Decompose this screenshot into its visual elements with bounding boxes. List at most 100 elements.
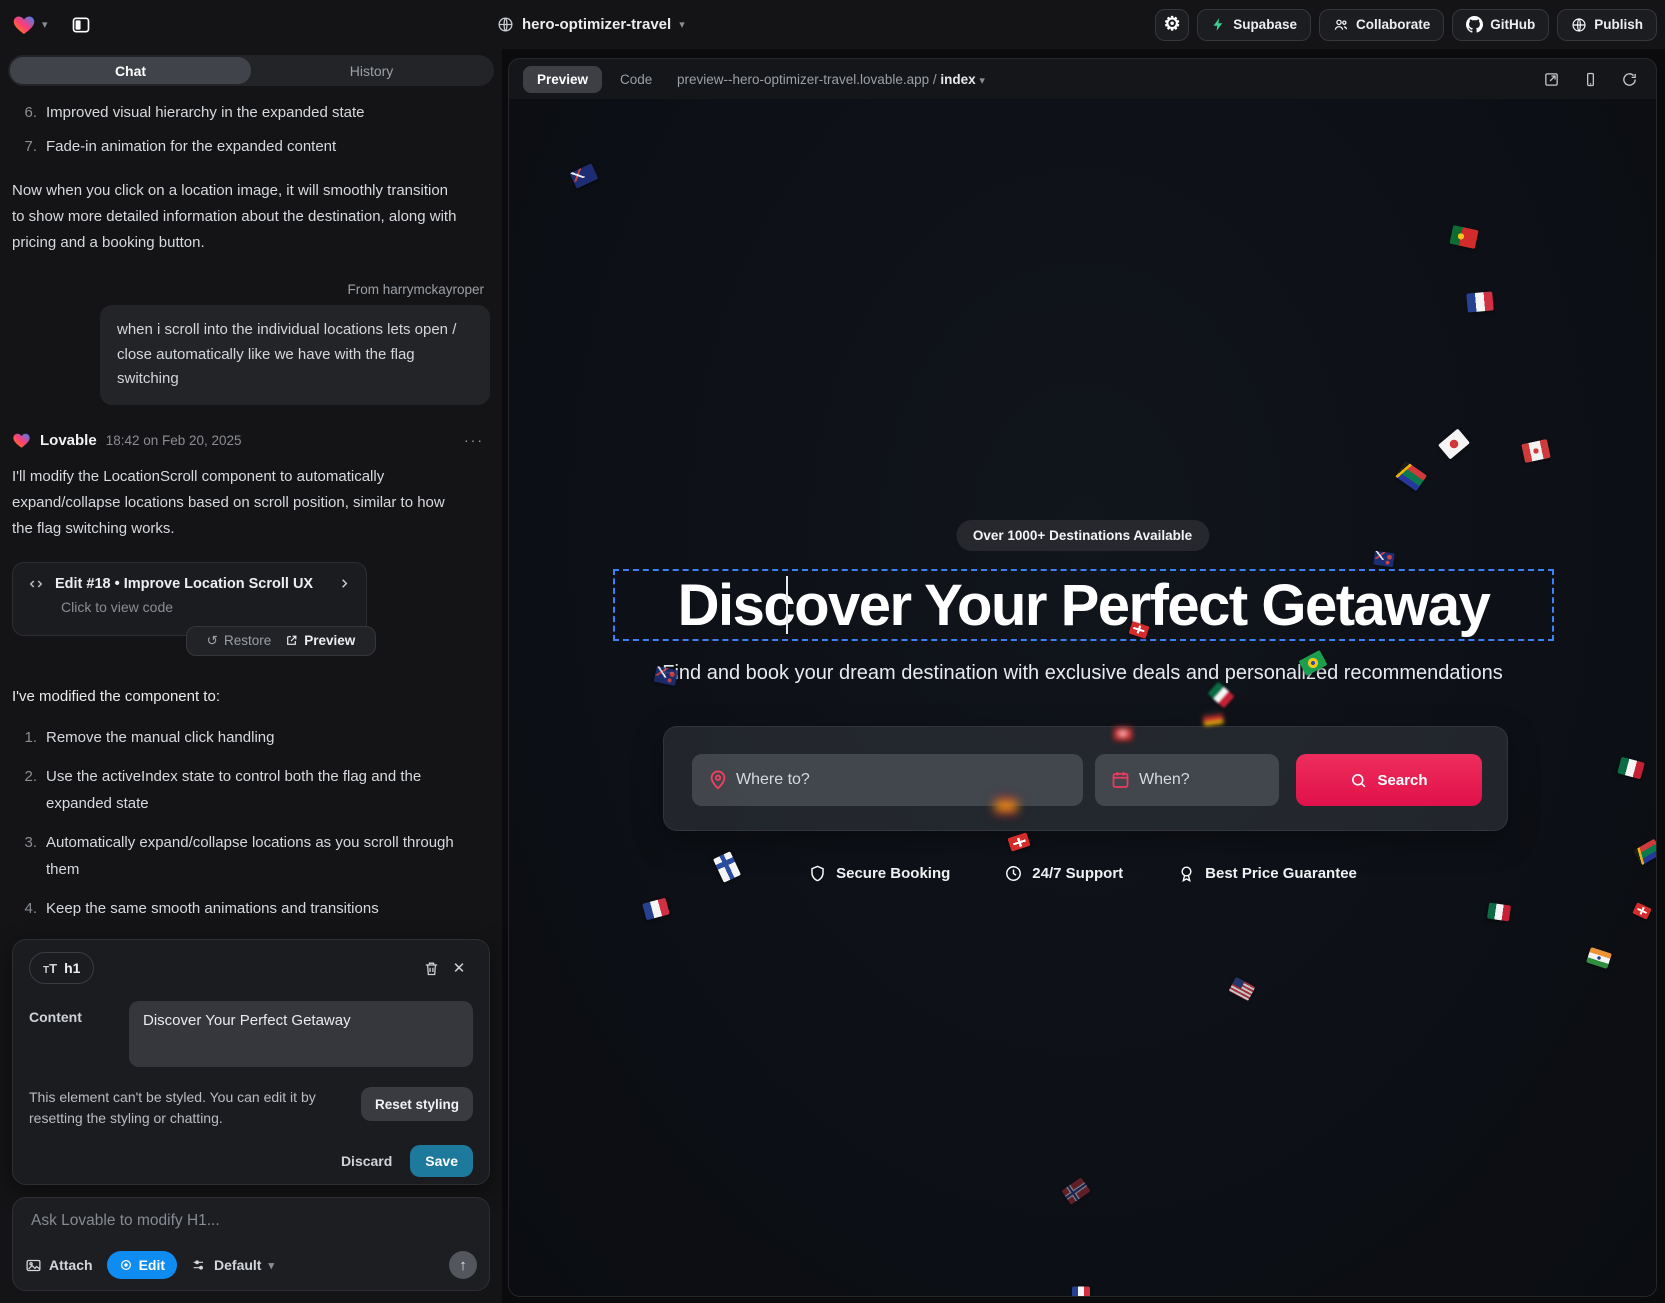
list-item-text: Keep the same smooth animations and tran… (46, 895, 454, 922)
attach-label: Attach (49, 1257, 93, 1273)
settings-button[interactable]: ⚙ (1155, 9, 1189, 41)
feature-label: Best Price Guarantee (1205, 865, 1357, 882)
flag-au-icon (570, 163, 599, 189)
message-menu-button[interactable]: ··· (464, 432, 490, 448)
project-switcher[interactable]: hero-optimizer-travel ▾ (497, 0, 685, 49)
tab-preview[interactable]: Preview (523, 66, 602, 93)
chat-input-field[interactable] (31, 1212, 451, 1230)
sidebar-toggle-button[interactable] (66, 10, 96, 40)
attach-button[interactable]: Attach (25, 1257, 93, 1274)
chat-scroll-area[interactable]: 6.Improved visual hierarchy in the expan… (0, 86, 502, 939)
list-item: 3.Automatically expand/collapse location… (12, 829, 490, 883)
list-item-number: 4. (12, 895, 46, 922)
edit-version-card[interactable]: Edit #18 • Improve Location Scroll UX Cl… (12, 562, 367, 636)
flag-us-icon (1229, 977, 1256, 1001)
flag-de-icon (1202, 710, 1224, 727)
content-textarea[interactable]: Discover Your Perfect Getaway (129, 1001, 473, 1067)
publish-button[interactable]: Publish (1557, 9, 1657, 41)
flag-fr-icon (1072, 1287, 1090, 1298)
hero-subtitle: Find and book your dream destination wit… (509, 662, 1656, 685)
assistant-message: I've modified the component to: (12, 684, 464, 710)
collaborate-label: Collaborate (1356, 17, 1430, 32)
url-text: preview--hero-optimizer-travel.lovable.a… (677, 72, 929, 87)
supabase-button[interactable]: Supabase (1197, 9, 1311, 41)
restore-button[interactable]: ↺ Restore (207, 633, 272, 649)
trash-icon (423, 960, 440, 977)
publish-label: Publish (1594, 17, 1643, 32)
supabase-bolt-icon (1211, 17, 1226, 32)
refresh-icon (1621, 71, 1638, 88)
url-path: index (940, 72, 975, 87)
text-size-icon: TT (43, 961, 57, 976)
flag-za-icon (1395, 461, 1427, 491)
element-editor-panel: TT h1 ✕ Content Discover Your Perfect Ge… (12, 939, 490, 1185)
flag-ca-icon (1521, 439, 1550, 463)
globe-icon (497, 16, 514, 33)
model-default-button[interactable]: Default ▾ (191, 1257, 274, 1273)
assistant-message: Now when you click on a location image, … (12, 178, 464, 256)
send-button[interactable]: ↑ (449, 1251, 477, 1279)
h1-selection-outline[interactable]: Discover Your Perfect Getaway (613, 569, 1554, 641)
default-chevron-down-icon: ▾ (268, 1259, 274, 1272)
tab-history[interactable]: History (251, 57, 492, 84)
list-item-number: 2. (12, 763, 46, 817)
flag-ch-icon (1632, 902, 1652, 920)
save-button[interactable]: Save (410, 1145, 473, 1177)
modifications-list: 1.Remove the manual click handling2.Use … (12, 724, 490, 940)
text-caret (786, 576, 788, 634)
preview-pane: Preview Code preview--hero-optimizer-tra… (508, 58, 1657, 1297)
collaborate-button[interactable]: Collaborate (1319, 9, 1444, 41)
assistant-name: Lovable (40, 432, 97, 449)
feature-item: 24/7 Support (1004, 864, 1123, 883)
lovable-heart-icon (12, 431, 31, 450)
github-label: GitHub (1490, 17, 1535, 32)
edit-label: Edit (139, 1257, 165, 1273)
flag-no-icon (1061, 1177, 1090, 1205)
github-button[interactable]: GitHub (1452, 9, 1549, 41)
lovable-logo-icon[interactable] (12, 13, 36, 37)
list-item: 4.Keep the same smooth animations and tr… (12, 895, 490, 922)
publish-globe-icon (1571, 17, 1587, 33)
supabase-label: Supabase (1233, 17, 1297, 32)
default-label: Default (214, 1257, 261, 1273)
discard-button[interactable]: Discard (341, 1153, 392, 1169)
preview-toolbar: Preview Code preview--hero-optimizer-tra… (509, 59, 1656, 99)
element-tag-pill[interactable]: TT h1 (29, 952, 94, 984)
list-item-text: Remove the manual click handling (46, 724, 454, 751)
flag-ch-icon (1007, 832, 1030, 851)
preview-button[interactable]: Preview (285, 633, 355, 648)
mobile-view-button[interactable] (1582, 71, 1599, 88)
tab-code[interactable]: Code (620, 72, 652, 87)
restore-preview-bar: ↺ Restore Preview (186, 626, 376, 656)
where-input[interactable] (692, 754, 1083, 806)
feature-list: Secure Booking 24/7 Support Best Price Gua… (509, 864, 1656, 883)
flag-mx-icon (1487, 903, 1511, 922)
hero-title[interactable]: Discover Your Perfect Getaway (678, 572, 1490, 639)
delete-element-button[interactable] (417, 954, 445, 982)
top-bar: ▾ hero-optimizer-travel ▾ ⚙ Supabase (0, 0, 1665, 49)
refresh-button[interactable] (1621, 71, 1638, 88)
location-pin-icon (707, 769, 729, 791)
styling-note: This element can't be styled. You can ed… (29, 1087, 351, 1129)
tab-chat[interactable]: Chat (10, 57, 251, 84)
project-chevron-down-icon: ▾ (679, 18, 685, 31)
message-timestamp: 18:42 on Feb 20, 2025 (106, 433, 242, 448)
when-input[interactable] (1095, 754, 1279, 806)
open-in-new-tab-button[interactable] (1543, 71, 1560, 88)
edit-mode-button[interactable]: Edit (107, 1251, 177, 1279)
where-input-field[interactable] (736, 754, 1073, 806)
feature-item: Best Price Guarantee (1177, 864, 1357, 883)
close-editor-button[interactable]: ✕ (445, 954, 473, 982)
project-name: hero-optimizer-travel (522, 16, 671, 33)
logo-chevron-down-icon[interactable]: ▾ (42, 18, 48, 31)
content-label: Content (29, 1001, 129, 1067)
search-button[interactable]: Search (1296, 754, 1482, 806)
chevron-right-icon[interactable] (337, 576, 352, 591)
gear-icon: ⚙ (1164, 15, 1181, 34)
feature-item: Secure Booking (808, 864, 950, 883)
flag-ch-icon (1114, 728, 1132, 741)
reset-styling-button[interactable]: Reset styling (361, 1087, 473, 1121)
search-label: Search (1377, 772, 1427, 789)
when-input-field[interactable] (1139, 754, 1269, 806)
preview-url[interactable]: preview--hero-optimizer-travel.lovable.a… (677, 72, 985, 87)
